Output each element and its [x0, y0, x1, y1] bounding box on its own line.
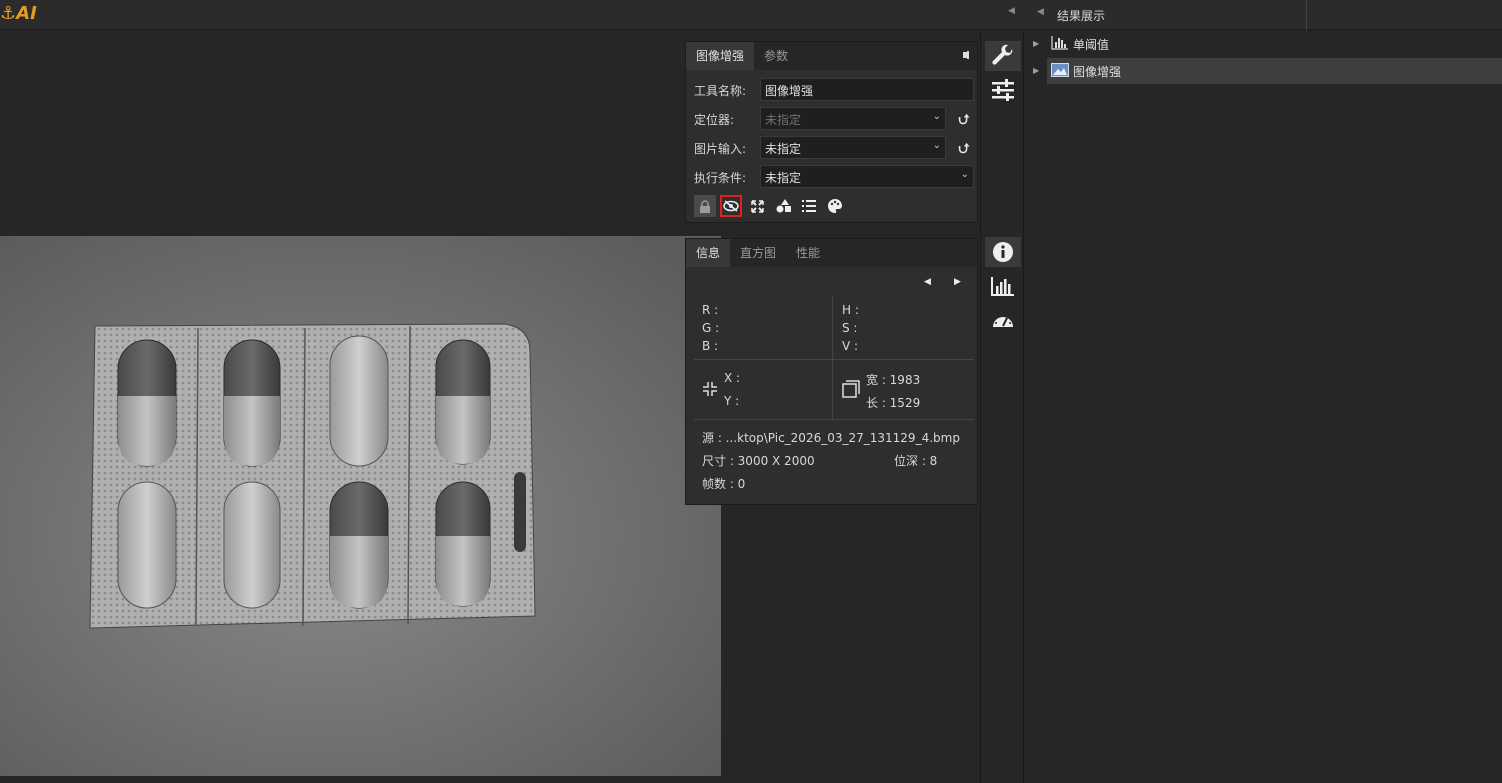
gauge-icon[interactable] — [985, 305, 1021, 335]
tab-performance[interactable]: 性能 — [786, 239, 830, 267]
width-value: 宽 : 1983 — [866, 373, 921, 387]
image-dimensions: 尺寸 : 3000 X 2000 — [702, 454, 815, 468]
image-input-select[interactable]: 未指定 ⌄ — [760, 136, 946, 159]
s-value: S : — [842, 321, 858, 335]
fit-screen-icon[interactable] — [746, 195, 768, 217]
tool-icon-bar — [694, 195, 874, 217]
next-arrow-icon[interactable]: ▶ — [954, 277, 961, 287]
h-value: H : — [842, 303, 859, 317]
collapse-left-icon[interactable]: ◀ — [1008, 6, 1018, 20]
prev-arrow-icon[interactable]: ◀ — [924, 277, 931, 287]
blister-pack-image — [0, 236, 721, 776]
locator-row: 定位器: 未指定 ⌄ ⮍ — [694, 107, 974, 131]
chevron-down-icon: ⌄ — [960, 169, 969, 180]
bar-chart-icon — [1051, 36, 1069, 52]
link-up-icon[interactable]: ⮍ — [956, 109, 972, 128]
tool-tabs: 图像增强 参数 — [686, 42, 977, 70]
r-value: R : — [702, 303, 719, 317]
v-value: V : — [842, 339, 859, 353]
bit-depth: 位深 : 8 — [894, 454, 938, 468]
histogram-icon[interactable] — [985, 271, 1021, 301]
b-value: B : — [702, 339, 719, 353]
lock-icon[interactable] — [694, 195, 716, 217]
expand-triangle-icon[interactable]: ▶ — [1033, 39, 1041, 49]
g-value: G : — [702, 321, 720, 335]
exec-condition-label: 执行条件: — [694, 171, 747, 185]
tree-item-image-enhance[interactable]: 图像增强 — [1047, 58, 1502, 84]
image-input-value: 未指定 — [765, 142, 802, 156]
locator-select[interactable]: 未指定 ⌄ — [760, 107, 946, 130]
divider — [694, 359, 974, 360]
locator-label: 定位器: — [694, 113, 735, 127]
info-panel: 信息 直方图 性能 ◀ ▶ R : G : B : H : S : V : X … — [685, 238, 978, 505]
sliders-icon[interactable] — [985, 75, 1021, 105]
results-header: ◀ 结果展示 — [1025, 0, 1502, 30]
tree-item-single-threshold[interactable]: ▶ 单阈值 — [1025, 31, 1502, 57]
image-input-row: 图片输入: 未指定 ⌄ ⮍ — [694, 136, 974, 160]
shapes-icon[interactable] — [772, 195, 794, 217]
expand-triangle-icon[interactable]: ▶ — [1033, 66, 1041, 76]
chevron-down-icon: ⌄ — [932, 111, 941, 122]
tab-info[interactable]: 信息 — [686, 239, 731, 267]
frame-count: 帧数 : 0 — [702, 477, 746, 491]
crosshair-icon — [702, 381, 718, 397]
exec-condition-value: 未指定 — [765, 171, 802, 185]
side-icon-bar — [980, 31, 1024, 783]
tab-histogram[interactable]: 直方图 — [730, 239, 786, 267]
tab-params[interactable]: 参数 — [754, 42, 798, 70]
eye-off-icon[interactable] — [720, 195, 742, 217]
results-title: 结果展示 — [1057, 9, 1106, 23]
palette-icon[interactable] — [824, 195, 846, 217]
image-input-label: 图片输入: — [694, 142, 747, 156]
collapse-left-icon[interactable]: ◀ — [1037, 7, 1044, 17]
image-icon — [1051, 63, 1069, 79]
top-bar: ⚓AI ◀ — [0, 0, 1025, 30]
info-circle-icon[interactable] — [985, 237, 1021, 267]
app-logo: ⚓AI — [0, 3, 37, 24]
tab-image-enhance[interactable]: 图像增强 — [686, 42, 755, 70]
height-value: 长 : 1529 — [866, 396, 921, 410]
x-value: X : — [724, 371, 741, 385]
tool-panel: 图像增强 参数 工具名称: 图像增强 定位器: 未指定 ⌄ ⮍ 图片输入: 未指… — [685, 41, 978, 223]
size-frame-icon — [842, 380, 860, 398]
wrench-icon[interactable] — [985, 41, 1021, 71]
locator-value: 未指定 — [765, 113, 802, 127]
exec-condition-select[interactable]: 未指定 ⌄ — [760, 165, 974, 188]
divider — [1306, 0, 1307, 30]
y-value: Y : — [724, 394, 740, 408]
list-icon[interactable] — [798, 195, 820, 217]
tree-item-label: 单阈值 — [1073, 38, 1110, 52]
divider — [832, 295, 833, 419]
tree-item-label: 图像增强 — [1073, 65, 1122, 79]
tool-name-input[interactable]: 图像增强 — [760, 78, 974, 101]
source-path: 源 : ...ktop\Pic_2026_03_27_131129_4.bmp — [702, 431, 960, 445]
divider — [694, 419, 974, 420]
pin-icon[interactable] — [957, 48, 971, 62]
image-view[interactable] — [0, 236, 721, 776]
link-up-icon[interactable]: ⮍ — [956, 138, 972, 157]
exec-condition-row: 执行条件: 未指定 ⌄ — [694, 165, 974, 189]
info-tabs: 信息 直方图 性能 — [686, 239, 977, 267]
tool-name-label: 工具名称: — [694, 84, 747, 98]
chevron-down-icon: ⌄ — [932, 140, 941, 151]
tool-name-row: 工具名称: 图像增强 — [694, 78, 974, 102]
